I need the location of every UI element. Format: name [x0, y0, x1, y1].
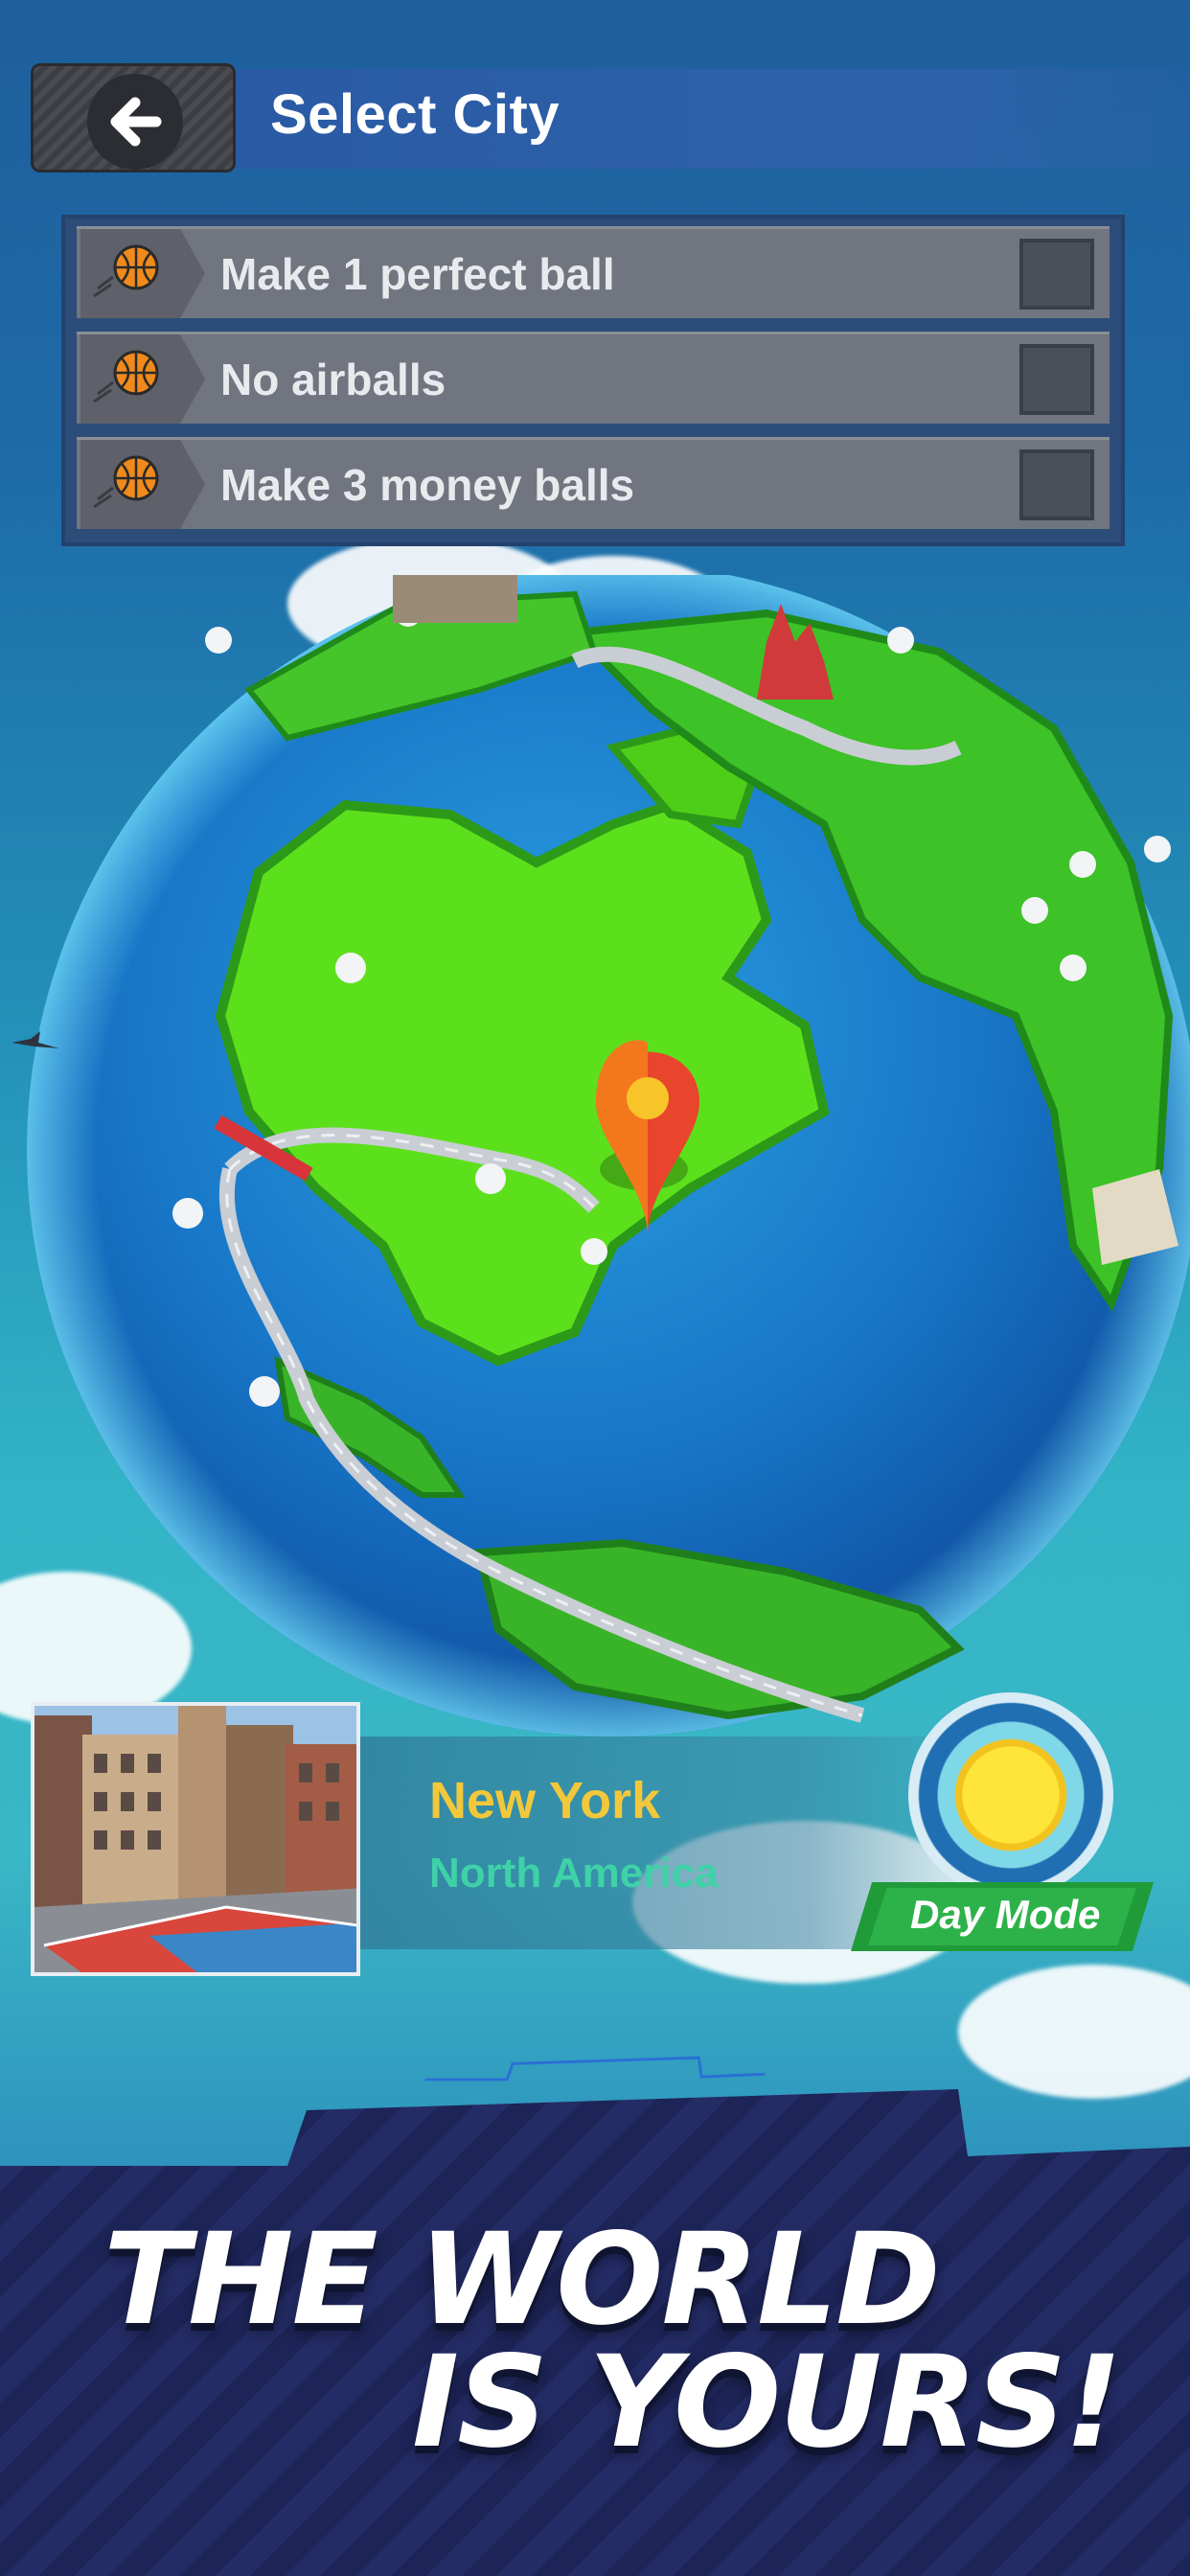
goal-label: Make 1 perfect ball — [220, 249, 615, 299]
sun-icon[interactable] — [908, 1692, 1113, 1898]
basketball-icon — [93, 244, 159, 298]
landmark-colosseum — [393, 575, 517, 623]
goal-badge — [80, 334, 205, 424]
basketball-icon — [93, 455, 159, 509]
city-region: North America — [429, 1850, 719, 1897]
day-mode-label: Day Mode — [910, 1892, 1101, 1937]
goal-checkbox — [1019, 344, 1094, 415]
bird-icon — [11, 1031, 59, 1048]
goal-badge — [80, 229, 205, 318]
back-button-circle — [87, 74, 183, 170]
goal-row: No airballs — [77, 332, 1110, 424]
arrow-left-icon — [110, 97, 162, 147]
goal-badge — [80, 440, 205, 529]
slogan-line-2: IS YOURS! — [412, 2329, 1122, 2476]
back-button[interactable] — [31, 63, 236, 172]
city-name: New York — [429, 1772, 661, 1829]
banner-edge — [424, 2056, 766, 2082]
basketball-icon — [93, 350, 159, 403]
city-thumbnail[interactable] — [31, 1702, 360, 1976]
goal-row: Make 3 money balls — [77, 437, 1110, 529]
page-title: Select City — [270, 83, 561, 146]
goals-panel: Make 1 perfect ball No airballs Make 3 m… — [61, 215, 1125, 546]
goal-checkbox — [1019, 449, 1094, 520]
goal-checkbox — [1019, 239, 1094, 310]
goal-label: Make 3 money balls — [220, 460, 635, 510]
world-globe[interactable] — [0, 575, 1190, 1782]
goal-label: No airballs — [220, 355, 446, 404]
city-thumbnail-image — [34, 1706, 356, 1972]
goal-row: Make 1 perfect ball — [77, 226, 1110, 318]
